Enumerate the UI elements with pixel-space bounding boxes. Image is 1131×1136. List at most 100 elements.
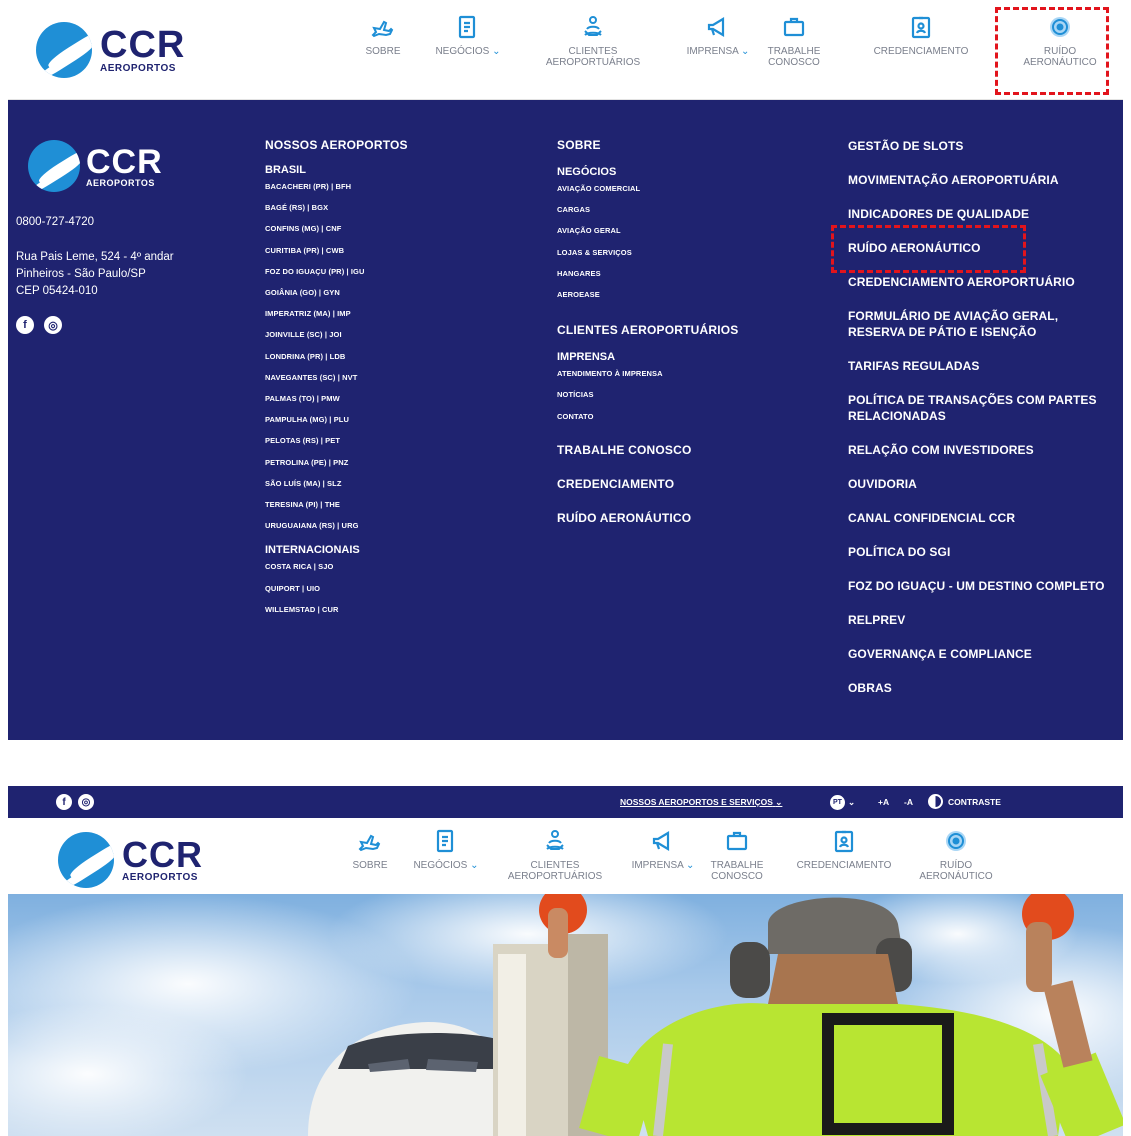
footer-institutional-link[interactable]: GESTÃO DE SLOTS <box>848 138 1113 154</box>
footer-institutional-link[interactable]: OBRAS <box>848 680 1113 696</box>
nav-clientes[interactable]: CLIENTES AEROPORTUÁRIOS <box>528 14 658 68</box>
sound-waves-icon <box>943 828 969 854</box>
megaphone-icon <box>650 828 676 854</box>
nav-imprensa[interactable]: IMPRENSA ⌄ <box>676 14 760 57</box>
footer-col-institutional: GESTÃO DE SLOTS MOVIMENTAÇÃO AEROPORTUÁRI… <box>848 138 1113 714</box>
airport-link[interactable]: URUGUAIANA (RS) | URG <box>265 515 525 536</box>
nav-negocios[interactable]: NEGÓCIOS ⌄ <box>404 828 488 871</box>
footer-institutional-link[interactable]: POLÍTICA DO SGI <box>848 544 1113 560</box>
airport-link[interactable]: CONFINS (MG) | CNF <box>265 218 525 239</box>
airport-link[interactable]: JOINVILLE (SC) | JOI <box>265 324 525 345</box>
footer-link-sobre[interactable]: SOBRE <box>557 138 817 152</box>
footer-heading-airports[interactable]: NOSSOS AEROPORTOS <box>265 138 525 152</box>
imprensa-link[interactable]: NOTÍCIAS <box>557 384 817 405</box>
footer-link-trabalhe[interactable]: TRABALHE CONOSCO <box>557 443 817 457</box>
airport-link[interactable]: FOZ DO IGUAÇU (PR) | IGU <box>265 261 525 282</box>
phone-number[interactable]: 0800-727-4720 <box>16 214 236 231</box>
airplane-icon <box>357 828 383 854</box>
nav-trabalhe[interactable]: TRABALHE CONOSCO <box>706 828 768 882</box>
airport-link[interactable]: PELOTAS (RS) | PET <box>265 430 525 451</box>
imprensa-link[interactable]: ATENDIMENTO À IMPRENSA <box>557 363 817 384</box>
nav-imprensa[interactable]: IMPRENSA ⌄ <box>620 828 706 871</box>
nav-ruido[interactable]: RUÍDO AERONÁUTICO <box>906 828 1006 882</box>
footer-institutional-link[interactable]: FORMULÁRIO DE AVIAÇÃO GERAL, RESERVA DE … <box>848 308 1113 340</box>
facebook-icon[interactable]: f <box>16 316 34 334</box>
footer-institutional-link[interactable]: POLÍTICA DE TRANSAÇÕES COM PARTES RELACI… <box>848 392 1113 424</box>
nav-credenciamento[interactable]: CREDENCIAMENTO <box>853 14 989 57</box>
footer-institutional-link[interactable]: CANAL CONFIDENCIAL CCR <box>848 510 1113 526</box>
negocios-link[interactable]: CARGAS <box>557 199 817 220</box>
airport-link[interactable]: CURITIBA (PR) | CWB <box>265 240 525 261</box>
negocios-link[interactable]: LOJAS & SERVIÇOS <box>557 242 817 263</box>
megaphone-icon <box>705 14 731 40</box>
footer-institutional-link[interactable]: CREDENCIAMENTO AEROPORTUÁRIO <box>848 274 1113 290</box>
main-navbar: CCR AEROPORTOS SOBRE NEGÓCIOS ⌄ CLIENTES… <box>8 0 1123 100</box>
logo-sub: AEROPORTOS <box>86 177 155 188</box>
footer-logo[interactable]: CCR AEROPORTOS <box>28 140 248 192</box>
footer-institutional-link[interactable]: FOZ DO IGUAÇU - UM DESTINO COMPLETO <box>848 578 1113 594</box>
airport-link[interactable]: NAVEGANTES (SC) | NVT <box>265 367 525 388</box>
contrast-toggle[interactable]: CONTRASTE <box>928 794 1001 809</box>
airport-link[interactable]: TERESINA (PI) | THE <box>265 494 525 515</box>
airport-link[interactable]: PALMAS (TO) | PMW <box>265 388 525 409</box>
airport-link[interactable]: PETROLINA (PE) | PNZ <box>265 452 525 473</box>
footer-institutional-link[interactable]: RELAÇÃO COM INVESTIDORES <box>848 442 1113 458</box>
intl-airport-link[interactable]: COSTA RICA | SJO <box>265 556 525 577</box>
negocios-list: AVIAÇÃO COMERCIAL CARGAS AVIAÇÃO GERAL LOJA… <box>557 178 817 305</box>
footer-institutional-link[interactable]: GOVERNANÇA E COMPLIANCE <box>848 646 1113 662</box>
airport-link[interactable]: BAGÉ (RS) | BGX <box>265 197 525 218</box>
nav-clientes[interactable]: CLIENTES AEROPORTUÁRIOS <box>492 828 618 882</box>
footer-link-credenciamento[interactable]: CREDENCIAMENTO <box>557 477 817 491</box>
instagram-icon[interactable]: ◎ <box>78 794 94 810</box>
font-decrease-button[interactable]: -A <box>904 797 913 807</box>
footer-institutional-link[interactable]: TARIFAS REGULADAS <box>848 358 1113 374</box>
services-dropdown[interactable]: NOSSOS AEROPORTOS E SERVIÇOS ⌄ <box>620 797 782 808</box>
footer-institutional-link[interactable]: RELPREV <box>848 612 1113 628</box>
imprensa-list: ATENDIMENTO À IMPRENSA NOTÍCIAS CONTATO <box>557 363 817 427</box>
negocios-link[interactable]: AVIAÇÃO COMERCIAL <box>557 178 817 199</box>
hero-illustration <box>8 894 1123 1136</box>
footer-institutional-link[interactable]: INDICADORES DE QUALIDADE <box>848 206 1113 222</box>
nav-sobre[interactable]: SOBRE <box>344 828 396 871</box>
footer-institutional-link[interactable]: MOVIMENTAÇÃO AEROPORTUÁRIA <box>848 172 1113 188</box>
footer-link-clientes[interactable]: CLIENTES AEROPORTUÁRIOS <box>557 323 817 337</box>
negocios-link[interactable]: AVIAÇÃO GERAL <box>557 220 817 241</box>
nav-items: SOBRE NEGÓCIOS ⌄ CLIENTES AEROPORTUÁRIOS… <box>8 14 1123 94</box>
footer-link-ruido[interactable]: RUÍDO AERONÁUTICO <box>557 511 817 525</box>
intl-airport-link[interactable]: QUIPORT | UIO <box>265 578 525 599</box>
nav-trabalhe[interactable]: TRABALHE CONOSCO <box>764 14 824 68</box>
negocios-link[interactable]: AEROEASE <box>557 284 817 305</box>
sound-waves-icon <box>1047 14 1073 40</box>
main-navbar-secondary: CCR AEROPORTOS SOBRE NEGÓCIOS ⌄ CLIENTES… <box>8 818 1123 894</box>
airport-link[interactable]: BACACHERI (PR) | BFH <box>265 176 525 197</box>
nav-credenciamento[interactable]: CREDENCIAMENTO <box>782 828 906 871</box>
utility-topbar: f ◎ NOSSOS AEROPORTOS E SERVIÇOS ⌄ PT ⌄ … <box>8 786 1123 818</box>
footer-sub-brasil: BRASIL <box>265 164 306 176</box>
font-increase-button[interactable]: +A <box>878 797 889 807</box>
people-hand-icon <box>542 828 568 854</box>
facebook-icon[interactable]: f <box>56 794 72 810</box>
imprensa-link[interactable]: CONTATO <box>557 406 817 427</box>
instagram-icon[interactable]: ◎ <box>44 316 62 334</box>
negocios-link[interactable]: HANGARES <box>557 263 817 284</box>
airport-link[interactable]: GOIÂNIA (GO) | GYN <box>265 282 525 303</box>
footer-institutional-link[interactable]: OUVIDORIA <box>848 476 1113 492</box>
footer-institutional-link[interactable]: RUÍDO AERONÁUTICO <box>848 240 1113 256</box>
airport-link[interactable]: IMPERATRIZ (MA) | IMP <box>265 303 525 324</box>
briefcase-icon <box>781 14 807 40</box>
nav-negocios[interactable]: NEGÓCIOS ⌄ <box>428 14 508 57</box>
airport-link[interactable]: PAMPULHA (MG) | PLU <box>265 409 525 430</box>
footer-sub-negocios[interactable]: NEGÓCIOS <box>557 166 817 178</box>
nav-sobre[interactable]: SOBRE <box>358 14 408 57</box>
nav-ruido[interactable]: RUÍDO AERONÁUTICO <box>1004 14 1116 68</box>
logo-mark-icon <box>28 140 80 192</box>
intl-airport-link[interactable]: WILLEMSTAD | CUR <box>265 599 525 620</box>
people-hand-icon <box>580 14 606 40</box>
airport-link[interactable]: LONDRINA (PR) | LDB <box>265 346 525 367</box>
airport-link[interactable]: SÃO LUÍS (MA) | SLZ <box>265 473 525 494</box>
footer-mega-menu: CCR AEROPORTOS 0800-727-4720 Rua Pais Le… <box>8 100 1123 740</box>
footer-sub-imprensa[interactable]: IMPRENSA <box>557 351 817 363</box>
document-icon <box>455 14 481 40</box>
language-selector[interactable]: PT ⌄ <box>830 795 855 810</box>
address-line: Rua Pais Leme, 524 - 4º andar <box>16 251 174 263</box>
